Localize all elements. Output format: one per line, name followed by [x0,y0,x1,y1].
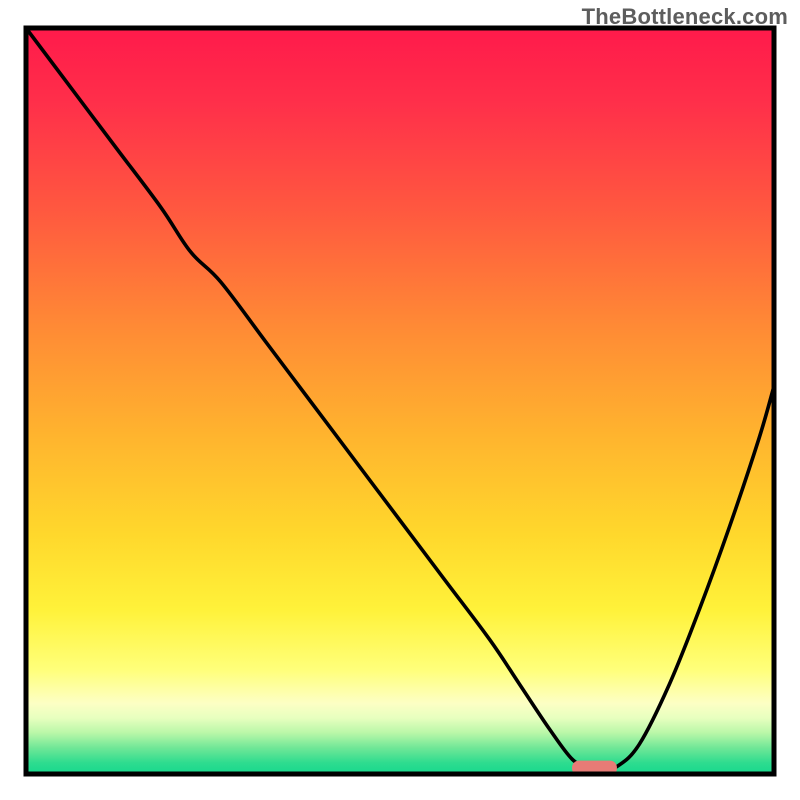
chart-frame: TheBottleneck.com [0,0,800,800]
watermark-label: TheBottleneck.com [582,4,788,30]
plot-area [26,28,774,775]
plot-background [26,28,774,774]
bottleneck-chart [0,0,800,800]
